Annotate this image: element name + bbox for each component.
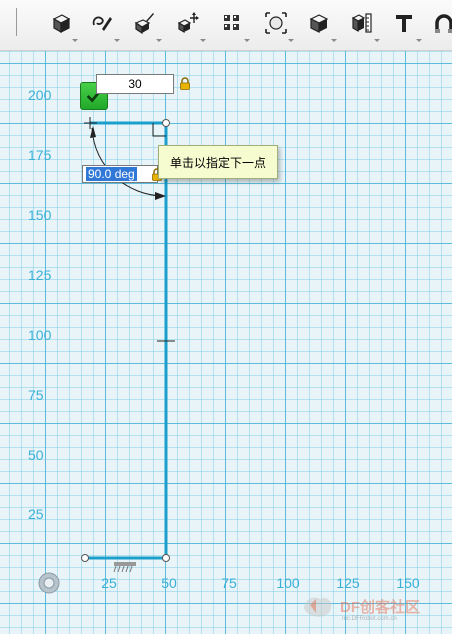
navigation-wheel-icon[interactable] [38,572,60,594]
angle-input[interactable]: 90.0 deg [82,165,158,183]
sketch-endpoint[interactable] [162,554,170,562]
arc-arrow-icon [155,192,166,200]
watermark-subtext: mc.DFRobot.com.cn [342,616,397,622]
angle-input-value: 90.0 deg [86,167,137,181]
watermark: DF创客社区 mc.DFRobot.com.cn [300,590,450,622]
arc-arrow-icon [90,126,96,138]
sketch-endpoint[interactable] [81,554,89,562]
sketch-endpoint[interactable] [162,119,170,127]
length-input[interactable]: 30 [96,74,174,94]
sketch-geometry [81,117,175,573]
tooltip: 单击以指定下一点 [158,145,278,179]
fixed-constraint-icon [113,562,136,573]
lock-icon[interactable] [179,77,191,90]
watermark-logo [304,597,332,617]
watermark-text: DF创客社区 [340,598,420,616]
angle-arc [91,127,165,197]
